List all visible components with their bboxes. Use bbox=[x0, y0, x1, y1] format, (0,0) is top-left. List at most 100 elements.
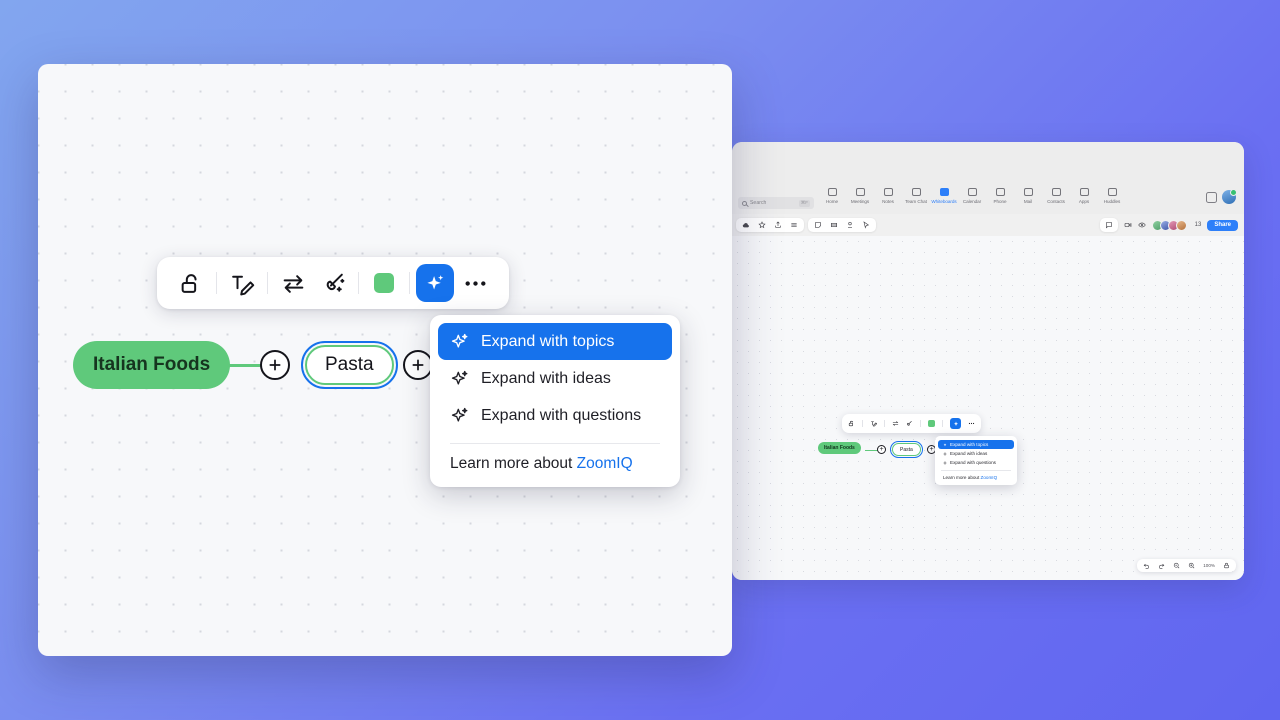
mindmap-node-pasta[interactable]: Pasta bbox=[890, 441, 923, 458]
divider bbox=[267, 272, 268, 294]
nav-item-contacts[interactable]: Contacts bbox=[1042, 188, 1070, 204]
mindmap-node-root[interactable]: Italian Foods bbox=[73, 341, 231, 389]
menu-item-label: Expand with questions bbox=[481, 406, 642, 424]
mini-learn-text: Learn more about bbox=[943, 475, 981, 480]
video-camera-icon[interactable] bbox=[1124, 221, 1132, 229]
zoomiq-link[interactable]: ZoomIQ bbox=[577, 455, 633, 472]
calendar-icon bbox=[967, 188, 977, 196]
apps-icon bbox=[1079, 188, 1089, 196]
text-edit-icon[interactable] bbox=[870, 420, 877, 427]
frame-icon[interactable] bbox=[830, 221, 838, 229]
sticky-note-icon[interactable] bbox=[814, 221, 822, 229]
ai-expand-menu: Expand with topics Expand with ideas Exp… bbox=[430, 315, 680, 487]
stamp-icon[interactable] bbox=[846, 221, 854, 229]
nav-item-phone[interactable]: Phone bbox=[986, 188, 1014, 204]
sparkle-ai-icon[interactable] bbox=[950, 418, 961, 429]
star-icon[interactable] bbox=[758, 221, 766, 229]
mini-menu-label: Expand with ideas bbox=[950, 451, 988, 456]
swap-arrows-icon[interactable] bbox=[892, 420, 899, 427]
nav-label: Meetings bbox=[850, 198, 870, 204]
sparkle-ai-icon bbox=[416, 264, 454, 302]
zoom-in-icon[interactable] bbox=[1188, 562, 1195, 569]
zoom-out-icon[interactable] bbox=[1173, 562, 1180, 569]
menu-icon[interactable] bbox=[790, 221, 798, 229]
unlock-icon[interactable] bbox=[848, 420, 855, 427]
mini-menu-item-expand-questions[interactable]: Expand with questions bbox=[938, 458, 1014, 467]
divider bbox=[450, 443, 660, 444]
sidebar-toggle-icon[interactable] bbox=[1206, 191, 1217, 203]
avatar bbox=[1175, 219, 1187, 231]
mindmap-node-root[interactable]: Italian Foods bbox=[818, 442, 861, 454]
sparkle-icon bbox=[943, 460, 947, 465]
more-options-icon[interactable] bbox=[968, 420, 975, 427]
presence-eye-icon[interactable] bbox=[1137, 221, 1146, 229]
nav-label: Mail bbox=[1023, 198, 1033, 204]
sparkle-icon bbox=[450, 332, 469, 351]
home-icon bbox=[827, 188, 837, 196]
nav-item-calendar[interactable]: Calendar bbox=[958, 188, 986, 204]
nav-item-mail[interactable]: Mail bbox=[1014, 188, 1042, 204]
whiteboard-canvas-mini[interactable]: Italian Foods + Pasta + Expand with topi… bbox=[732, 236, 1244, 580]
unlock-icon[interactable] bbox=[171, 263, 211, 303]
sparkle-icon bbox=[943, 442, 947, 447]
more-options-icon[interactable] bbox=[455, 263, 495, 303]
canvas-tools-group bbox=[808, 218, 876, 232]
nav-item-apps[interactable]: Apps bbox=[1070, 188, 1098, 204]
nav-label: Notes bbox=[882, 198, 894, 204]
nav-label: Team Chat bbox=[905, 198, 927, 204]
comment-button[interactable] bbox=[1099, 218, 1118, 232]
mini-ai-menu: Expand with topics Expand with ideas Exp… bbox=[935, 436, 1017, 485]
search-shortcut-badge: ⌘F bbox=[798, 199, 810, 207]
whiteboard-sub-toolbar: 13 Share bbox=[732, 214, 1244, 236]
divider bbox=[862, 420, 863, 427]
menu-item-expand-with-questions[interactable]: Expand with questions bbox=[438, 397, 672, 434]
magic-brush-icon[interactable] bbox=[906, 420, 913, 427]
avatar[interactable] bbox=[1222, 189, 1237, 204]
whiteboard-icon bbox=[939, 188, 949, 196]
cloud-icon[interactable] bbox=[742, 221, 750, 229]
nav-label: Contacts bbox=[1047, 198, 1065, 204]
add-node-button[interactable] bbox=[260, 350, 290, 380]
zoomiq-link[interactable]: ZoomIQ bbox=[981, 475, 998, 480]
nav-item-whiteboards[interactable]: Whiteboards bbox=[930, 188, 958, 204]
app-nav: Home Meetings Notes Team Chat Whiteboard… bbox=[818, 188, 1126, 204]
mini-floating-toolbar bbox=[842, 414, 981, 433]
color-swatch[interactable] bbox=[928, 420, 935, 427]
magic-brush-icon[interactable] bbox=[313, 263, 353, 303]
redo-icon[interactable] bbox=[1158, 562, 1165, 569]
lock-canvas-icon[interactable] bbox=[1223, 562, 1230, 569]
share-button[interactable]: Share bbox=[1207, 219, 1238, 231]
search-input[interactable]: Search ⌘F bbox=[738, 197, 814, 209]
cursor-icon[interactable] bbox=[862, 221, 870, 229]
nav-item-huddles[interactable]: Huddles bbox=[1098, 188, 1126, 204]
export-icon[interactable] bbox=[774, 221, 782, 229]
canvas-zoom-controls: 100% bbox=[1137, 559, 1236, 572]
mini-menu-item-expand-ideas[interactable]: Expand with ideas bbox=[938, 449, 1014, 458]
learn-more-row: Learn more about ZoomIQ bbox=[430, 446, 680, 473]
app-top-bar: Search ⌘F Home Meetings Notes Team Chat bbox=[732, 142, 1244, 214]
collaborator-avatars[interactable] bbox=[1151, 219, 1187, 231]
mini-menu-item-expand-topics[interactable]: Expand with topics bbox=[938, 440, 1014, 449]
text-edit-icon[interactable] bbox=[222, 263, 262, 303]
nav-label: Whiteboards bbox=[931, 198, 957, 204]
undo-icon[interactable] bbox=[1143, 562, 1150, 569]
menu-item-label: Expand with ideas bbox=[481, 369, 611, 387]
nav-item-meetings[interactable]: Meetings bbox=[846, 188, 874, 204]
menu-item-expand-with-ideas[interactable]: Expand with ideas bbox=[438, 360, 672, 397]
zoom-app-window: Search ⌘F Home Meetings Notes Team Chat bbox=[732, 142, 1244, 580]
nav-item-home[interactable]: Home bbox=[818, 188, 846, 204]
video-icon bbox=[855, 188, 865, 196]
divider bbox=[920, 420, 921, 427]
swap-arrows-icon[interactable] bbox=[273, 263, 313, 303]
sparkle-ai-button[interactable] bbox=[415, 263, 455, 303]
add-node-button[interactable]: + bbox=[877, 445, 886, 454]
nav-item-team-chat[interactable]: Team Chat bbox=[902, 188, 930, 204]
nav-item-notes[interactable]: Notes bbox=[874, 188, 902, 204]
floating-toolbar bbox=[157, 257, 509, 309]
add-node-button[interactable] bbox=[403, 350, 433, 380]
zoom-level[interactable]: 100% bbox=[1203, 563, 1215, 568]
mindmap-node-pasta[interactable]: Pasta bbox=[301, 341, 398, 389]
color-swatch-button[interactable] bbox=[364, 263, 404, 303]
menu-item-expand-with-topics[interactable]: Expand with topics bbox=[438, 323, 672, 360]
divider bbox=[941, 470, 1011, 471]
